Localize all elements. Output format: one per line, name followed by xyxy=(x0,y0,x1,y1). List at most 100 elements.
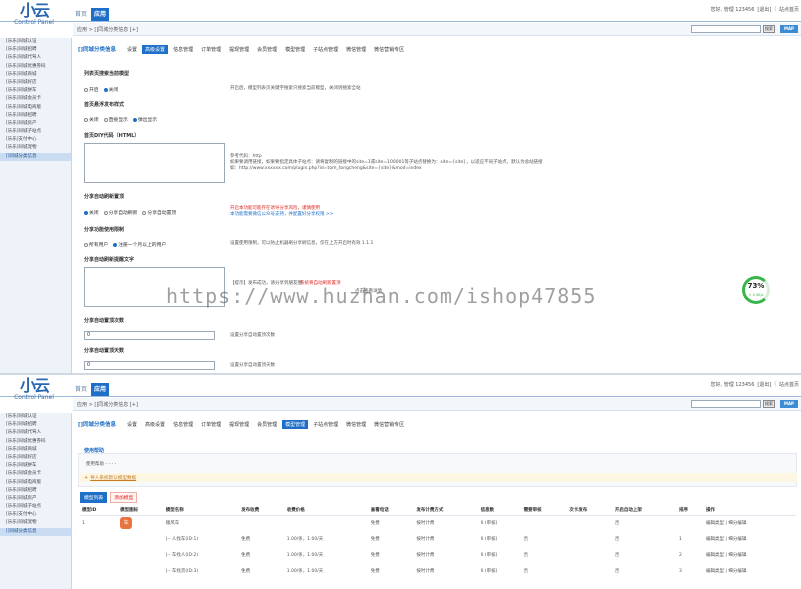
sidebar-item[interactable]: [乐乐]同城代驾人 xyxy=(0,429,71,437)
sidebar-item[interactable]: [乐乐]同城会员卡 xyxy=(0,95,71,103)
top-nav: 首页 应用 xyxy=(72,8,110,21)
tab-item[interactable]: 微信管理 xyxy=(343,45,369,54)
radio-close[interactable]: 关闭 xyxy=(103,86,118,93)
tab-item[interactable]: 模型管理 xyxy=(282,45,308,54)
nav-home[interactable]: 首页 xyxy=(72,8,90,21)
sidebar-item[interactable]: [乐乐]同城子站点 xyxy=(0,128,71,136)
tab-item[interactable]: 提现管理 xyxy=(226,420,252,429)
sidebar-item[interactable]: [乐乐]同城房产 xyxy=(0,495,71,503)
tab-item[interactable]: 模型管理 xyxy=(282,419,309,429)
tab-item[interactable]: 信息管理 xyxy=(170,45,196,54)
breadcrumb[interactable]: 应用 > []同城分类信息 [+] xyxy=(77,26,138,33)
sidebar-item[interactable]: [乐乐]同城好店 xyxy=(0,79,71,87)
sidebar-item[interactable]: [乐乐]同城招聘 xyxy=(0,46,71,54)
radio-share-refresh[interactable]: 分享自动刷新 xyxy=(103,209,137,216)
sidebar-item[interactable]: [乐乐]同城电商版 xyxy=(0,479,71,487)
model-fee: 免费 xyxy=(241,569,251,574)
tab-item[interactable]: 订单管理 xyxy=(198,420,224,429)
tab-item[interactable]: 订单管理 xyxy=(198,45,224,54)
map-button[interactable]: MAP xyxy=(780,25,798,33)
model-ops[interactable]: 编辑类型 | 细分编辑 xyxy=(704,515,796,531)
sidebar-item[interactable]: [乐乐]支付中心 xyxy=(0,511,71,519)
radio-limit-all[interactable]: 所有用户 xyxy=(84,241,108,248)
nav-home[interactable]: 首页 xyxy=(72,383,90,396)
search-input[interactable] xyxy=(691,25,761,33)
sidebar-item[interactable]: [乐乐]同城宠物 xyxy=(0,144,71,152)
tab-item[interactable]: 微信管理 xyxy=(343,420,369,429)
sidebar-item[interactable]: [乐乐]同城房产 xyxy=(0,120,71,128)
sidebar-item[interactable]: [乐乐]同城优惠券码 xyxy=(0,438,71,446)
tab-item[interactable]: 子站点管理 xyxy=(310,45,341,54)
model-auto: 否 xyxy=(614,553,620,558)
models-table: 模型ID 模型图标 模型名称 发布收费 收费价格 查看电话 发布计费方式 信息数 需要审核 次卡发… xyxy=(80,506,796,579)
logout-link[interactable]: [退出] xyxy=(757,6,771,13)
sidebar-item[interactable]: [乐乐]同城子站点 xyxy=(0,503,71,511)
search-input[interactable] xyxy=(691,400,761,408)
tab-item[interactable]: 提现管理 xyxy=(226,45,252,54)
radio-share-top[interactable]: 分享自动置顶 xyxy=(142,209,176,216)
sidebar-item[interactable]: [乐乐]同城商城 xyxy=(0,446,71,454)
sidebar-item[interactable]: [乐乐]支付中心 xyxy=(0,136,71,144)
model-ops[interactable]: 编辑类型 | 细分编辑 xyxy=(704,547,796,563)
empty-cell xyxy=(80,563,118,579)
model-ops[interactable]: 编辑类型 | 细分编辑 xyxy=(704,563,796,579)
column-header: 次卡发布 xyxy=(567,506,613,516)
radio-float-direct[interactable]: 直接显示 xyxy=(103,116,128,123)
tab-item[interactable]: 设置 xyxy=(124,420,140,429)
radio-float-off[interactable]: 关闭 xyxy=(84,116,99,123)
sidebar-item[interactable]: []同城分类信息 xyxy=(0,527,71,536)
tab-item[interactable]: 信息管理 xyxy=(170,420,196,429)
sidebar-item[interactable]: [乐乐]同城代驾人 xyxy=(0,54,71,62)
sidebar-item[interactable]: [乐乐]同城电商版 xyxy=(0,104,71,112)
sidebar-item[interactable]: [乐乐]同城认证 xyxy=(0,38,71,46)
sidebar-item[interactable]: [乐乐]同城招聘 xyxy=(0,421,71,429)
site-home-link[interactable]: 站点首页 xyxy=(779,381,799,388)
nav-apps[interactable]: 应用 xyxy=(91,8,110,21)
tab-item[interactable]: 微信营销专区 xyxy=(371,45,407,54)
sidebar-item[interactable]: [乐乐]同城会员卡 xyxy=(0,470,71,478)
diy-code-textarea[interactable] xyxy=(84,143,225,183)
table-row: |-- 车找货(ID:3) 免费 1.00/条，1.00/天 免费 按时计费 0 (审核)… xyxy=(80,563,796,579)
sidebar-item[interactable]: [乐乐]同城认证 xyxy=(0,413,71,421)
search-button[interactable]: 搜索 xyxy=(763,25,775,33)
sidebar-item[interactable]: [乐乐]同城宠物 xyxy=(0,519,71,527)
tab-item[interactable]: 会员管理 xyxy=(254,45,280,54)
import-default-models-link[interactable]: 导入系统默认模型数据 xyxy=(90,475,136,481)
tab-model-list[interactable]: 模型列表 xyxy=(80,492,108,503)
model-phone: 免费 xyxy=(370,553,380,558)
sidebar-item[interactable]: [乐乐]同城好店 xyxy=(0,454,71,462)
sidebar-item[interactable]: [乐乐]同城招聘 xyxy=(0,487,71,495)
sidebar-item[interactable]: [乐乐]同城商城 xyxy=(0,71,71,79)
radio-share-off[interactable]: 关闭 xyxy=(84,209,99,216)
model-billing: 按时计费 xyxy=(416,521,435,527)
breadcrumb[interactable]: 应用 > []同城分类信息 [+] xyxy=(77,401,138,408)
radio-limit-month[interactable]: 注册一个月以上的用户 xyxy=(113,241,166,248)
top-count-input[interactable]: 0 xyxy=(84,331,215,340)
sidebar-item[interactable]: [乐乐]同城拼车 xyxy=(0,87,71,95)
sidebar-item[interactable]: [乐乐]同城优惠券码 xyxy=(0,63,71,71)
share-permission-link[interactable]: 本功能需要微信公众号支持，并配置好分享权限 >> xyxy=(230,212,333,218)
car-icon: 车 xyxy=(120,517,133,530)
add-model-button[interactable]: 添加模型 xyxy=(110,492,138,503)
sidebar-item[interactable]: []同城分类信息 xyxy=(0,152,71,161)
top-days-input[interactable]: 0 xyxy=(84,361,215,370)
tab-item[interactable]: 微信营销专区 xyxy=(371,420,407,429)
tab-item[interactable]: 子站点管理 xyxy=(310,420,341,429)
tab-item[interactable]: 高级设置 xyxy=(142,44,169,54)
model-ops[interactable]: 编辑类型 | 细分编辑 xyxy=(704,531,796,547)
section-title: []同城分类信息 xyxy=(78,47,117,53)
logout-link[interactable]: [退出] xyxy=(757,381,771,388)
map-button[interactable]: MAP xyxy=(780,400,798,408)
tab-item[interactable]: 设置 xyxy=(124,45,140,54)
tab-item[interactable]: 高级设置 xyxy=(142,420,168,429)
radio-float-popup[interactable]: 弹出显示 xyxy=(132,116,157,123)
share-limit-hint: 设置使用限制，可以防止机器刷分享刷信息，仅在上方开启时有效 1.1.1 xyxy=(230,241,374,246)
sidebar-item[interactable]: [乐乐]同城招聘 xyxy=(0,112,71,120)
nav-apps[interactable]: 应用 xyxy=(91,383,110,396)
site-home-link[interactable]: 站点首页 xyxy=(779,6,799,13)
radio-open[interactable]: 开启 xyxy=(84,86,99,93)
tab-item[interactable]: 会员管理 xyxy=(254,420,280,429)
search-button[interactable]: 搜索 xyxy=(763,400,775,408)
radio-label: 关闭 xyxy=(89,118,99,123)
sidebar-item[interactable]: [乐乐]同城拼车 xyxy=(0,462,71,470)
